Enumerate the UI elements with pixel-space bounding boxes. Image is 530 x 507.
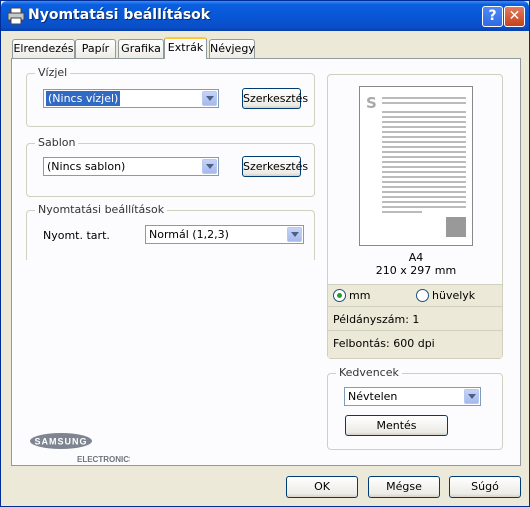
tab-paper[interactable]: Papír [75,39,116,58]
tab-about[interactable]: Névjegy [209,39,255,58]
preview-area: S A4 210 x 297 mm mm hüvelyk Példányszám… [327,74,503,359]
title-close-button[interactable]: ✕ [504,6,525,27]
watermark-edit-button[interactable]: Szerkesztés [242,88,308,109]
overlay-edit-button[interactable]: Szerkesztés [242,156,308,177]
preview-info: mm hüvelyk Példányszám: 1 Felbontás: 600… [328,284,502,358]
favorites-select-value: Névtelen [348,390,398,403]
logo-brand-text: SAMSUNG [34,437,87,447]
resolution-info: Felbontás: 600 dpi [333,337,435,350]
overlay-group-title: Sablon [35,136,79,149]
print-order-select-value: Normál (1,2,3) [149,228,229,241]
copies-info: Példányszám: 1 [333,313,420,326]
chevron-down-icon [464,389,479,404]
unit-inch-label: hüvelyk [432,289,476,302]
favorites-select[interactable]: Névtelen [344,387,481,406]
watermark-select[interactable]: (Nincs vízjel) [43,89,219,108]
printer-icon [7,7,25,25]
print-order-label: Nyomt. tart. [43,229,110,242]
help-button[interactable]: Súgó [449,476,521,498]
favorites-group: Kedvencek Névtelen Mentés [327,366,503,450]
title-bar[interactable]: Nyomtatási beállítások ? ✕ [1,1,529,31]
output-options-group-title: Nyomtatási beállítások [35,203,168,216]
tab-graphics[interactable]: Grafika [118,39,164,58]
tab-extras[interactable]: Extrák [164,37,207,59]
text-lines-graphic [382,97,466,213]
cancel-button[interactable]: Mégse [368,476,440,498]
samsung-logo: SAMSUNG ELECTRONICS [30,432,135,469]
image-block-graphic [446,217,466,237]
window-title: Nyomtatási beállítások [28,7,211,23]
paper-size: 210 x 297 mm [375,264,457,277]
units-radio-group: mm hüvelyk [328,285,502,307]
chevron-down-icon [287,227,302,242]
paper-name: A4 [408,251,424,264]
watermark-preview-letter: S [366,94,377,112]
print-order-select[interactable]: Normál (1,2,3) [145,225,304,244]
watermark-group-title: Vízjel [35,66,71,79]
chevron-down-icon [202,91,217,106]
tab-layout[interactable]: Elrendezés [12,39,75,58]
page-preview: S [359,86,473,246]
favorites-group-title: Kedvencek [336,366,402,379]
print-preferences-dialog: Nyomtatási beállítások ? ✕ Vízjel (Nincs… [0,0,530,507]
overlay-select[interactable]: (Nincs sablon) [43,157,219,176]
unit-mm-radio[interactable] [333,289,346,302]
watermark-group: Vízjel (Nincs vízjel) Szerkesztés [26,66,315,127]
info-divider [328,330,502,331]
overlay-select-value: (Nincs sablon) [47,160,126,173]
output-options-group: Nyomtatási beállítások Nyomt. tart. Norm… [26,203,315,260]
watermark-select-value: (Nincs vízjel) [46,91,121,106]
title-help-button[interactable]: ? [482,6,503,27]
ok-button[interactable]: OK [286,476,358,498]
logo-sub-text: ELECTRONICS [77,455,130,464]
unit-mm-label: mm [349,289,371,302]
tab-panel-extras: Vízjel (Nincs vízjel) Szerkesztés Sablon… [11,58,521,466]
favorites-save-button[interactable]: Mentés [345,415,448,436]
unit-inch-radio[interactable] [416,289,429,302]
chevron-down-icon [202,159,217,174]
overlay-group: Sablon (Nincs sablon) Szerkesztés [26,136,315,197]
